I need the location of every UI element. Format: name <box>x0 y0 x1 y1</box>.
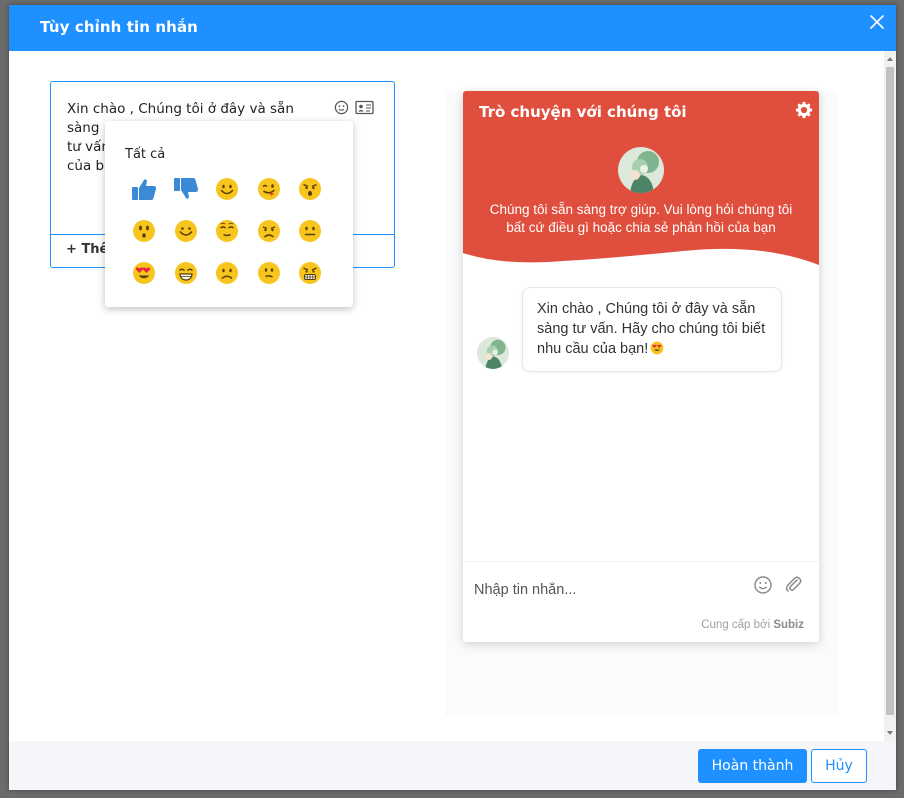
vertical-scrollbar[interactable] <box>884 51 896 741</box>
scroll-down-arrow-icon[interactable] <box>887 731 893 735</box>
cancel-button[interactable]: Hủy <box>811 749 867 783</box>
customize-message-dialog: Tùy chỉnh tin nhắn Xin chào , Chúng tôi … <box>9 5 896 790</box>
smile-icon[interactable] <box>214 176 240 202</box>
editor-toolbar <box>334 100 374 120</box>
chat-composer: Cung cấp bởi Subiz <box>463 561 819 642</box>
brand-name: Subiz <box>773 619 804 631</box>
plus-icon: + <box>66 242 77 257</box>
shy-icon[interactable] <box>214 218 240 244</box>
dialog-body: Xin chào , Chúng tôi ở đây và sẵn sàng t… <box>9 51 884 741</box>
grin-icon[interactable] <box>173 260 199 286</box>
chat-widget-preview: Trò chuyện với chúng tôi Chúng tôi sẵn s… <box>463 91 819 642</box>
chat-header: Trò chuyện với chúng tôi Chúng tôi sẵn s… <box>463 91 819 271</box>
emoji-category-all[interactable]: Tất cả <box>125 147 165 162</box>
chat-title: Trò chuyện với chúng tôi <box>479 103 687 121</box>
emoji-icon[interactable] <box>334 100 349 120</box>
grimace-icon[interactable] <box>297 260 323 286</box>
sad-icon[interactable] <box>256 218 282 244</box>
frown-icon[interactable] <box>214 260 240 286</box>
dialog-header: Tùy chỉnh tin nhắn <box>9 5 896 51</box>
neutral-icon[interactable] <box>297 218 323 244</box>
tongue-wink-icon[interactable] <box>256 176 282 202</box>
paperclip-icon[interactable] <box>783 574 803 594</box>
heart-eyes-icon[interactable] <box>131 260 157 286</box>
contact-card-icon[interactable] <box>355 100 374 120</box>
emoji-picker: Tất cả <box>105 121 353 307</box>
scroll-up-arrow-icon[interactable] <box>887 57 893 61</box>
close-icon[interactable] <box>868 13 886 31</box>
dialog-title: Tùy chỉnh tin nhắn <box>40 18 198 36</box>
agent-avatar-small <box>477 337 509 369</box>
thumbs-up-icon[interactable] <box>131 176 157 202</box>
agent-avatar <box>618 147 664 193</box>
powered-by: Cung cấp bởi Subiz <box>701 619 804 631</box>
scrollbar-thumb[interactable] <box>886 67 894 715</box>
chat-subtitle: Chúng tôi sẵn sàng trợ giúp. Vui lòng hỏ… <box>489 202 793 235</box>
emoji-icon[interactable] <box>753 575 773 595</box>
message-bubble: Xin chào , Chúng tôi ở đây và sẵn sàng t… <box>522 287 782 372</box>
message-input[interactable] <box>474 578 744 602</box>
dialog-footer: Hoàn thành Hủy <box>9 741 896 790</box>
angry-kiss-icon[interactable] <box>297 176 323 202</box>
surprised-icon[interactable] <box>131 218 157 244</box>
thinking-icon[interactable] <box>256 260 282 286</box>
done-button[interactable]: Hoàn thành <box>698 749 807 783</box>
gear-icon[interactable] <box>795 101 813 119</box>
add-button[interactable]: + Thê <box>66 242 108 257</box>
thumbs-down-icon[interactable] <box>173 176 199 202</box>
happy-icon[interactable] <box>173 218 199 244</box>
emoji-grid <box>131 176 323 286</box>
heart-eyes-icon <box>650 341 664 361</box>
